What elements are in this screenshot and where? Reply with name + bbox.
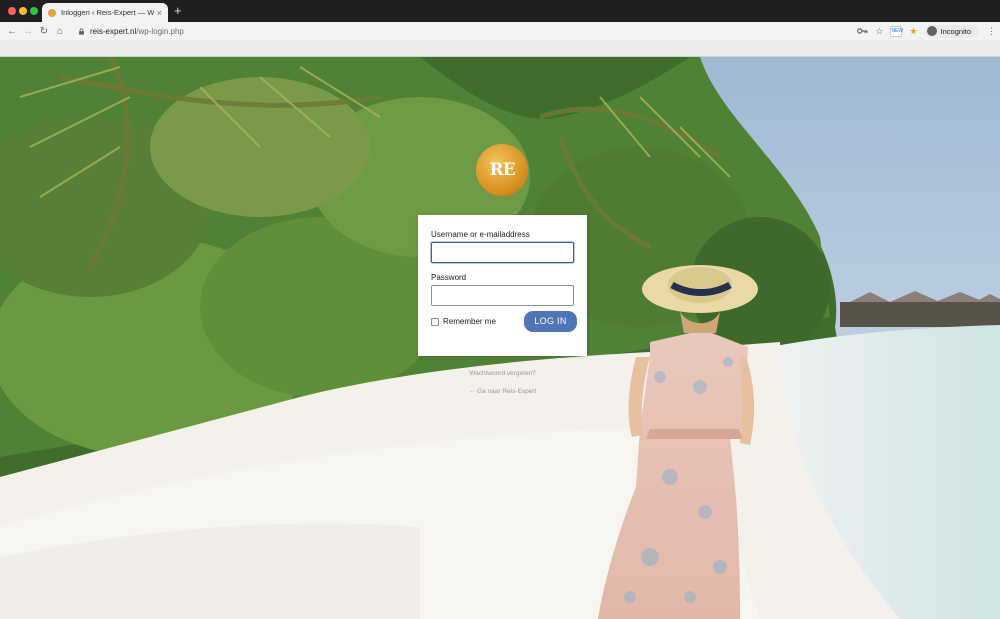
remember-me-row: Remember me [431, 317, 496, 326]
key-icon[interactable] [857, 27, 869, 35]
browser-toolbar: ← → ↻ ⌂ reis-expert.nl/wp-login.php ☆ NE… [0, 22, 1000, 40]
minimize-window-button[interactable] [19, 7, 27, 15]
address-bar[interactable]: reis-expert.nl/wp-login.php [78, 24, 840, 38]
reload-button[interactable]: ↻ [36, 26, 52, 37]
url-path: /wp-login.php [136, 26, 184, 36]
tab-title: Inloggen ‹ Reis-Expert — WordP [61, 8, 154, 17]
remember-me-label[interactable]: Remember me [443, 317, 496, 326]
lost-password-link[interactable]: Wachtwoord vergeten? [418, 370, 587, 377]
password-input[interactable] [431, 285, 574, 306]
browser-titlebar: Inloggen ‹ Reis-Expert — WordP × + [0, 0, 1000, 22]
back-button[interactable]: ← [4, 26, 20, 37]
browser-tab-active[interactable]: Inloggen ‹ Reis-Expert — WordP × [42, 3, 168, 22]
username-input[interactable] [431, 242, 574, 263]
remember-me-checkbox[interactable] [431, 317, 439, 326]
site-logo[interactable]: RE [476, 144, 528, 196]
lock-icon [79, 27, 84, 35]
login-button[interactable]: LOG IN [524, 311, 577, 332]
incognito-indicator[interactable]: Incognito [924, 24, 978, 38]
new-tab-button[interactable]: + [174, 4, 182, 18]
extension-star-icon[interactable]: ★ [909, 26, 917, 37]
incognito-label: Incognito [940, 26, 971, 36]
logo-text: RE [489, 160, 515, 180]
tab-close-icon[interactable]: × [157, 8, 162, 18]
username-label: Username or e-mailaddress [431, 230, 530, 239]
extension-badge-icon[interactable]: NEW [890, 25, 903, 37]
password-label: Password [431, 273, 467, 282]
browser-menu-icon[interactable]: ⋮ [987, 26, 996, 37]
url-text: reis-expert.nl/wp-login.php [90, 27, 184, 36]
bookmarks-bar [0, 40, 1000, 57]
incognito-icon [926, 26, 937, 36]
login-page: RE Username or e-mailaddress Password Re… [0, 57, 1000, 619]
bookmark-star-icon[interactable]: ☆ [875, 26, 883, 37]
home-button[interactable]: ⌂ [52, 26, 68, 37]
toolbar-actions: ☆ NEW ★ Incognito ⋮ [857, 23, 996, 39]
close-window-button[interactable] [8, 7, 16, 15]
back-to-site-link[interactable]: ← Ga naar Reis-Expert [418, 388, 587, 395]
login-form: Username or e-mailaddress Password Remem… [418, 215, 587, 356]
site-favicon-icon [48, 8, 56, 17]
maximize-window-button[interactable] [30, 7, 38, 15]
url-domain: reis-expert.nl [90, 26, 137, 36]
forward-button[interactable]: → [20, 26, 36, 37]
